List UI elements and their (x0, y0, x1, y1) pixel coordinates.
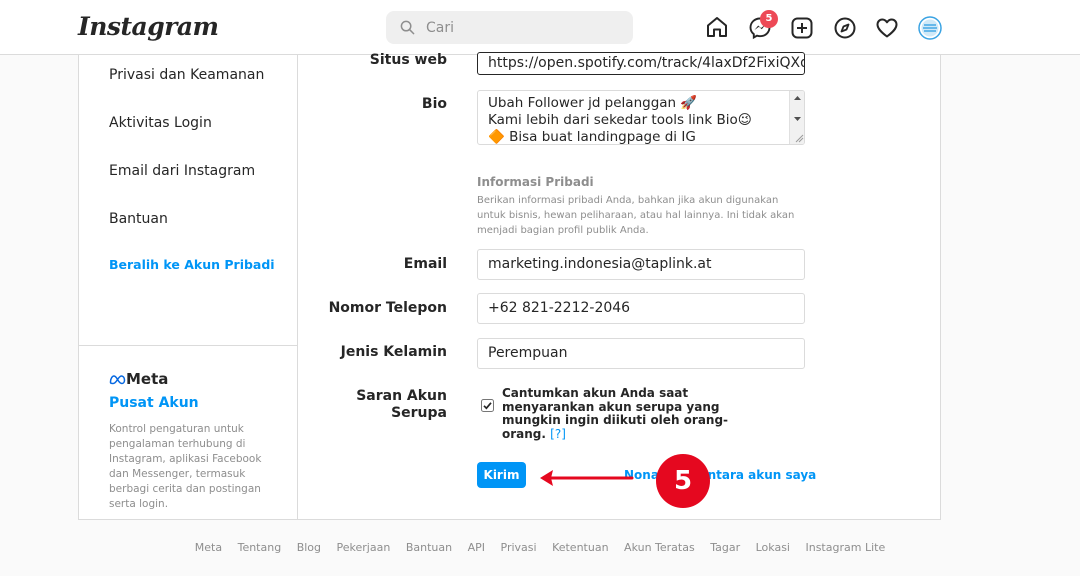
sidebar-divider (79, 345, 297, 346)
footer-link[interactable]: Instagram Lite (805, 541, 885, 554)
phone-field[interactable]: +62 821-2212-2046 (477, 293, 805, 324)
meta-logo: Meta (109, 370, 168, 388)
sidebar-item-login-activity[interactable]: Aktivitas Login (109, 115, 212, 131)
bio-line: Kami lebih dari sekedar tools link Bio😉 (488, 112, 752, 128)
phone-label: Nomor Telepon (328, 300, 447, 316)
sidebar-item-emails-from-instagram[interactable]: Email dari Instagram (109, 163, 255, 179)
email-field[interactable]: marketing.indonesia@taplink.at (477, 249, 805, 280)
footer-link[interactable]: Blog (297, 541, 321, 554)
website-label: Situs web (369, 52, 447, 68)
messenger-badge: 5 (760, 10, 778, 28)
explore-icon[interactable] (833, 16, 857, 40)
home-icon[interactable] (705, 15, 729, 39)
search-icon (400, 20, 415, 35)
deactivate-account-link[interactable]: Nona mentara akun saya (624, 468, 816, 482)
similar-accounts-help-link[interactable]: [?] (550, 427, 566, 441)
similar-accounts-checkbox[interactable] (481, 399, 494, 412)
scroll-arrows-icon (794, 96, 804, 143)
website-field[interactable]: https://open.spotify.com/track/4laxDf2Fi… (477, 52, 805, 75)
profile-avatar-icon[interactable] (918, 16, 942, 40)
meta-logo-text: Meta (126, 370, 169, 388)
footer-link[interactable]: Pekerjaan (337, 541, 391, 554)
new-post-icon[interactable] (790, 16, 814, 40)
submit-button[interactable]: Kirim (477, 462, 526, 488)
footer-link[interactable]: Tagar (710, 541, 740, 554)
similar-accounts-label-line2: Serupa (391, 405, 447, 421)
sidebar-item-help[interactable]: Bantuan (109, 211, 168, 227)
similar-accounts-text: Cantumkan akun Anda saat menyarankan aku… (502, 386, 762, 441)
settings-sidebar: Privasi dan Keamanan Aktivitas Login Ema… (79, 55, 298, 519)
instagram-logo[interactable]: Instagram (78, 12, 219, 41)
footer-link[interactable]: API (468, 541, 485, 554)
gender-label: Jenis Kelamin (340, 344, 447, 360)
footer-link[interactable]: Bantuan (406, 541, 452, 554)
bio-textarea[interactable]: Ubah Follower jd pelanggan 🚀 Kami lebih … (477, 90, 805, 145)
similar-accounts-description: Cantumkan akun Anda saat menyarankan aku… (502, 386, 729, 441)
top-navbar: Instagram Cari 5 (0, 0, 1080, 55)
footer-links: Meta Tentang Blog Pekerjaan Bantuan API … (0, 541, 1080, 554)
footer-link[interactable]: Privasi (501, 541, 537, 554)
switch-to-personal-account-link[interactable]: Beralih ke Akun Pribadi (109, 257, 275, 272)
footer-link[interactable]: Meta (195, 541, 222, 554)
email-label: Email (403, 256, 447, 272)
bio-label: Bio (421, 96, 447, 112)
accounts-center-link[interactable]: Pusat Akun (109, 395, 199, 411)
meta-infinity-icon (109, 375, 126, 385)
accounts-center-description: Kontrol pengaturan untuk pengalaman terh… (109, 423, 262, 510)
personal-info-title: Informasi Pribadi (477, 175, 594, 189)
footer-link[interactable]: Lokasi (756, 541, 790, 554)
similar-accounts-label-line1: Saran Akun (356, 388, 447, 404)
search-placeholder[interactable]: Cari (426, 20, 454, 36)
bio-line: Ubah Follower jd pelanggan 🚀 (488, 95, 698, 111)
annotation-arrow-icon (540, 470, 634, 486)
bio-line: 🔶 Bisa buat landingpage di IG (488, 129, 696, 145)
bio-scrollbar[interactable] (789, 91, 804, 144)
settings-card: Privasi dan Keamanan Aktivitas Login Ema… (78, 52, 941, 520)
similar-accounts-label: Saran Akun Serupa (299, 388, 447, 422)
footer-link[interactable]: Ketentuan (552, 541, 608, 554)
search-box[interactable]: Cari (386, 11, 633, 44)
sidebar-item-privacy-security[interactable]: Privasi dan Keamanan (109, 67, 264, 83)
step-number-badge: 5 (656, 454, 710, 508)
footer-link[interactable]: Tentang (238, 541, 282, 554)
personal-info-description: Berikan informasi pribadi Anda, bahkan j… (477, 195, 795, 236)
footer-link[interactable]: Akun Teratas (624, 541, 695, 554)
activity-heart-icon[interactable] (875, 16, 899, 40)
gender-field[interactable]: Perempuan (477, 338, 805, 369)
